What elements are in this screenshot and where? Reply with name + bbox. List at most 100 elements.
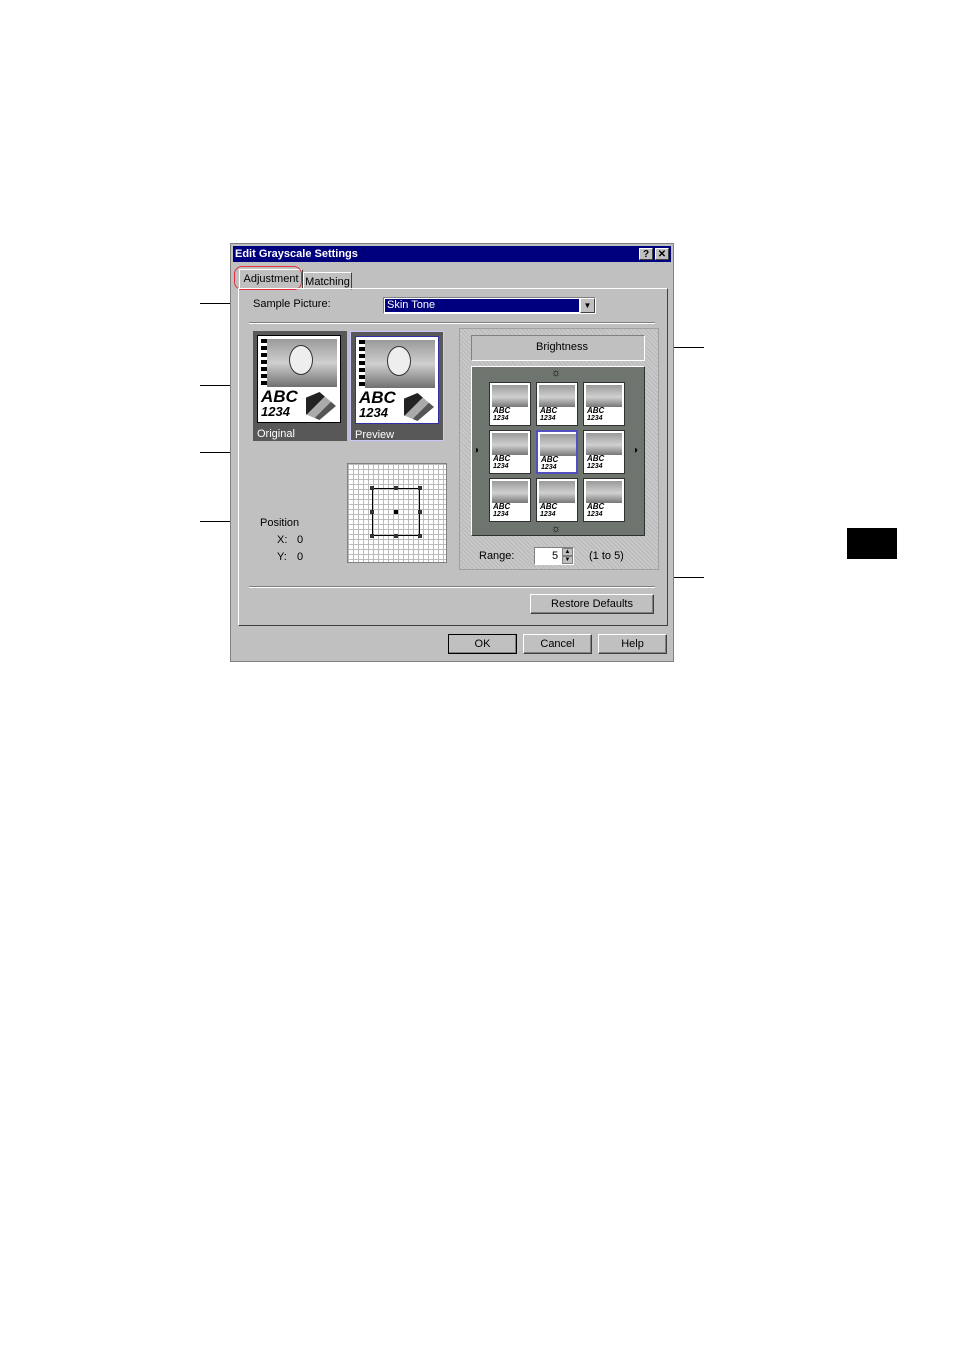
spin-up-button[interactable]: ▲ bbox=[562, 548, 573, 556]
mini-num: 1234 bbox=[587, 463, 603, 470]
face-shape bbox=[289, 345, 313, 375]
ok-label: OK bbox=[474, 638, 491, 650]
cancel-button[interactable]: Cancel bbox=[523, 634, 592, 654]
film-strip bbox=[261, 339, 267, 387]
page-side-tab bbox=[847, 528, 897, 559]
position-y-value: 0 bbox=[297, 551, 304, 563]
spin-down-button[interactable]: ▼ bbox=[562, 556, 573, 564]
variation-thumbnail[interactable]: ABC 1234 bbox=[489, 478, 531, 522]
preview-num-text: 1234 bbox=[359, 405, 388, 420]
range-hint: (1 to 5) bbox=[589, 550, 624, 562]
restore-defaults-label: Restore Defaults bbox=[551, 598, 633, 610]
original-sample-image: ABC 1234 bbox=[257, 335, 341, 423]
position-handle[interactable] bbox=[394, 486, 398, 490]
position-handle[interactable] bbox=[418, 510, 422, 514]
help-button[interactable]: Help bbox=[598, 634, 667, 654]
brightness-variation-grid: ☼ ☼ ◑ ◑ ABC 1234 ABC 1234 ABC 1234 ABC 1234 … bbox=[471, 366, 645, 536]
position-handle[interactable] bbox=[370, 534, 374, 538]
help-label: Help bbox=[621, 638, 644, 650]
variation-thumbnail[interactable]: ABC 1234 bbox=[536, 382, 578, 426]
dropdown-button[interactable]: ▼ bbox=[580, 298, 595, 313]
position-handle[interactable] bbox=[418, 534, 422, 538]
contrast-right-icon[interactable]: ◑ bbox=[632, 445, 638, 456]
mini-num: 1234 bbox=[493, 511, 509, 518]
mini-photo bbox=[492, 385, 528, 407]
sample-picture-value: Skin Tone bbox=[385, 299, 579, 312]
brightness-label: Brightness bbox=[536, 341, 588, 353]
mini-abc: ABC bbox=[587, 502, 605, 511]
bottom-separator bbox=[249, 586, 655, 588]
variation-thumbnail[interactable]: ABC 1234 bbox=[489, 430, 531, 474]
position-handle[interactable] bbox=[418, 486, 422, 490]
adjustment-panel: Sample Picture: Skin Tone ▼ ABC 1234 Ori… bbox=[238, 288, 668, 626]
position-handle[interactable] bbox=[370, 510, 374, 514]
close-title-button[interactable]: ✕ bbox=[655, 248, 669, 260]
position-handle[interactable] bbox=[370, 486, 374, 490]
mini-num: 1234 bbox=[587, 415, 603, 422]
range-spinner[interactable]: 5 ▲ ▼ bbox=[534, 547, 574, 565]
sample-picture-label: Sample Picture: bbox=[253, 298, 331, 310]
dialog-title: Edit Grayscale Settings bbox=[235, 248, 358, 260]
tab-highlight-circle bbox=[234, 266, 302, 290]
variation-thumbnail-selected[interactable]: ABC 1234 bbox=[536, 430, 578, 474]
original-num-text: 1234 bbox=[261, 404, 290, 419]
cancel-label: Cancel bbox=[540, 638, 575, 650]
mini-photo bbox=[586, 385, 622, 407]
mini-photo bbox=[492, 481, 528, 503]
mini-num: 1234 bbox=[540, 415, 556, 422]
tab-matching-label: Matching bbox=[305, 276, 350, 288]
range-label: Range: bbox=[479, 550, 515, 562]
top-separator bbox=[249, 322, 655, 324]
mini-abc: ABC bbox=[540, 406, 558, 415]
position-x-label: X: bbox=[277, 534, 288, 546]
mini-abc: ABC bbox=[493, 406, 511, 415]
mini-num: 1234 bbox=[587, 511, 603, 518]
preview-shape-graphic bbox=[404, 393, 434, 421]
variation-thumbnail[interactable]: ABC 1234 bbox=[583, 430, 625, 474]
preview-abc-text: ABC bbox=[359, 388, 396, 407]
mini-num: 1234 bbox=[540, 511, 556, 518]
contrast-left-icon[interactable]: ◑ bbox=[473, 445, 479, 456]
variation-thumbnail[interactable]: ABC 1234 bbox=[536, 478, 578, 522]
mini-abc: ABC bbox=[541, 455, 559, 464]
position-handle[interactable] bbox=[394, 534, 398, 538]
chevron-down-icon: ▼ bbox=[564, 557, 571, 563]
variation-thumbnail[interactable]: ABC 1234 bbox=[583, 382, 625, 426]
preview-thumbnail[interactable]: ABC 1234 Preview bbox=[350, 331, 444, 441]
mini-abc: ABC bbox=[587, 454, 605, 463]
mini-photo bbox=[539, 481, 575, 503]
chevron-up-icon: ▲ bbox=[564, 549, 571, 555]
preview-sample-image: ABC 1234 bbox=[355, 336, 439, 424]
title-bar: Edit Grayscale Settings bbox=[233, 246, 671, 262]
mini-photo bbox=[586, 481, 622, 503]
mini-photo bbox=[539, 385, 575, 407]
variation-thumbnail[interactable]: ABC 1234 bbox=[583, 478, 625, 522]
brightness-down-icon[interactable]: ☼ bbox=[551, 523, 561, 535]
face-shape bbox=[387, 346, 411, 376]
mini-photo bbox=[492, 433, 528, 455]
brightness-up-icon[interactable]: ☼ bbox=[551, 367, 561, 379]
preview-photo bbox=[359, 340, 435, 388]
restore-defaults-button[interactable]: Restore Defaults bbox=[530, 594, 654, 614]
close-icon: ✕ bbox=[657, 249, 667, 260]
position-y-label: Y: bbox=[277, 551, 287, 563]
edit-grayscale-dialog: Edit Grayscale Settings ? ✕ Adjustment M… bbox=[230, 243, 674, 662]
sample-picture-select[interactable]: Skin Tone ▼ bbox=[383, 297, 596, 314]
ok-button[interactable]: OK bbox=[448, 634, 517, 654]
original-abc-text: ABC bbox=[261, 387, 298, 406]
mini-num: 1234 bbox=[541, 464, 557, 471]
mini-num: 1234 bbox=[493, 415, 509, 422]
position-x-value: 0 bbox=[297, 534, 304, 546]
mini-abc: ABC bbox=[493, 454, 511, 463]
original-thumbnail[interactable]: ABC 1234 Original bbox=[253, 331, 347, 441]
original-shape-graphic bbox=[306, 392, 336, 420]
mini-abc: ABC bbox=[493, 502, 511, 511]
position-center[interactable] bbox=[394, 510, 398, 514]
variation-thumbnail[interactable]: ABC 1234 bbox=[489, 382, 531, 426]
question-icon: ? bbox=[642, 249, 650, 260]
position-grid[interactable] bbox=[347, 463, 447, 563]
position-label: Position bbox=[260, 517, 300, 529]
help-title-button[interactable]: ? bbox=[639, 248, 653, 260]
original-caption: Original bbox=[257, 428, 295, 440]
preview-caption: Preview bbox=[355, 429, 395, 441]
